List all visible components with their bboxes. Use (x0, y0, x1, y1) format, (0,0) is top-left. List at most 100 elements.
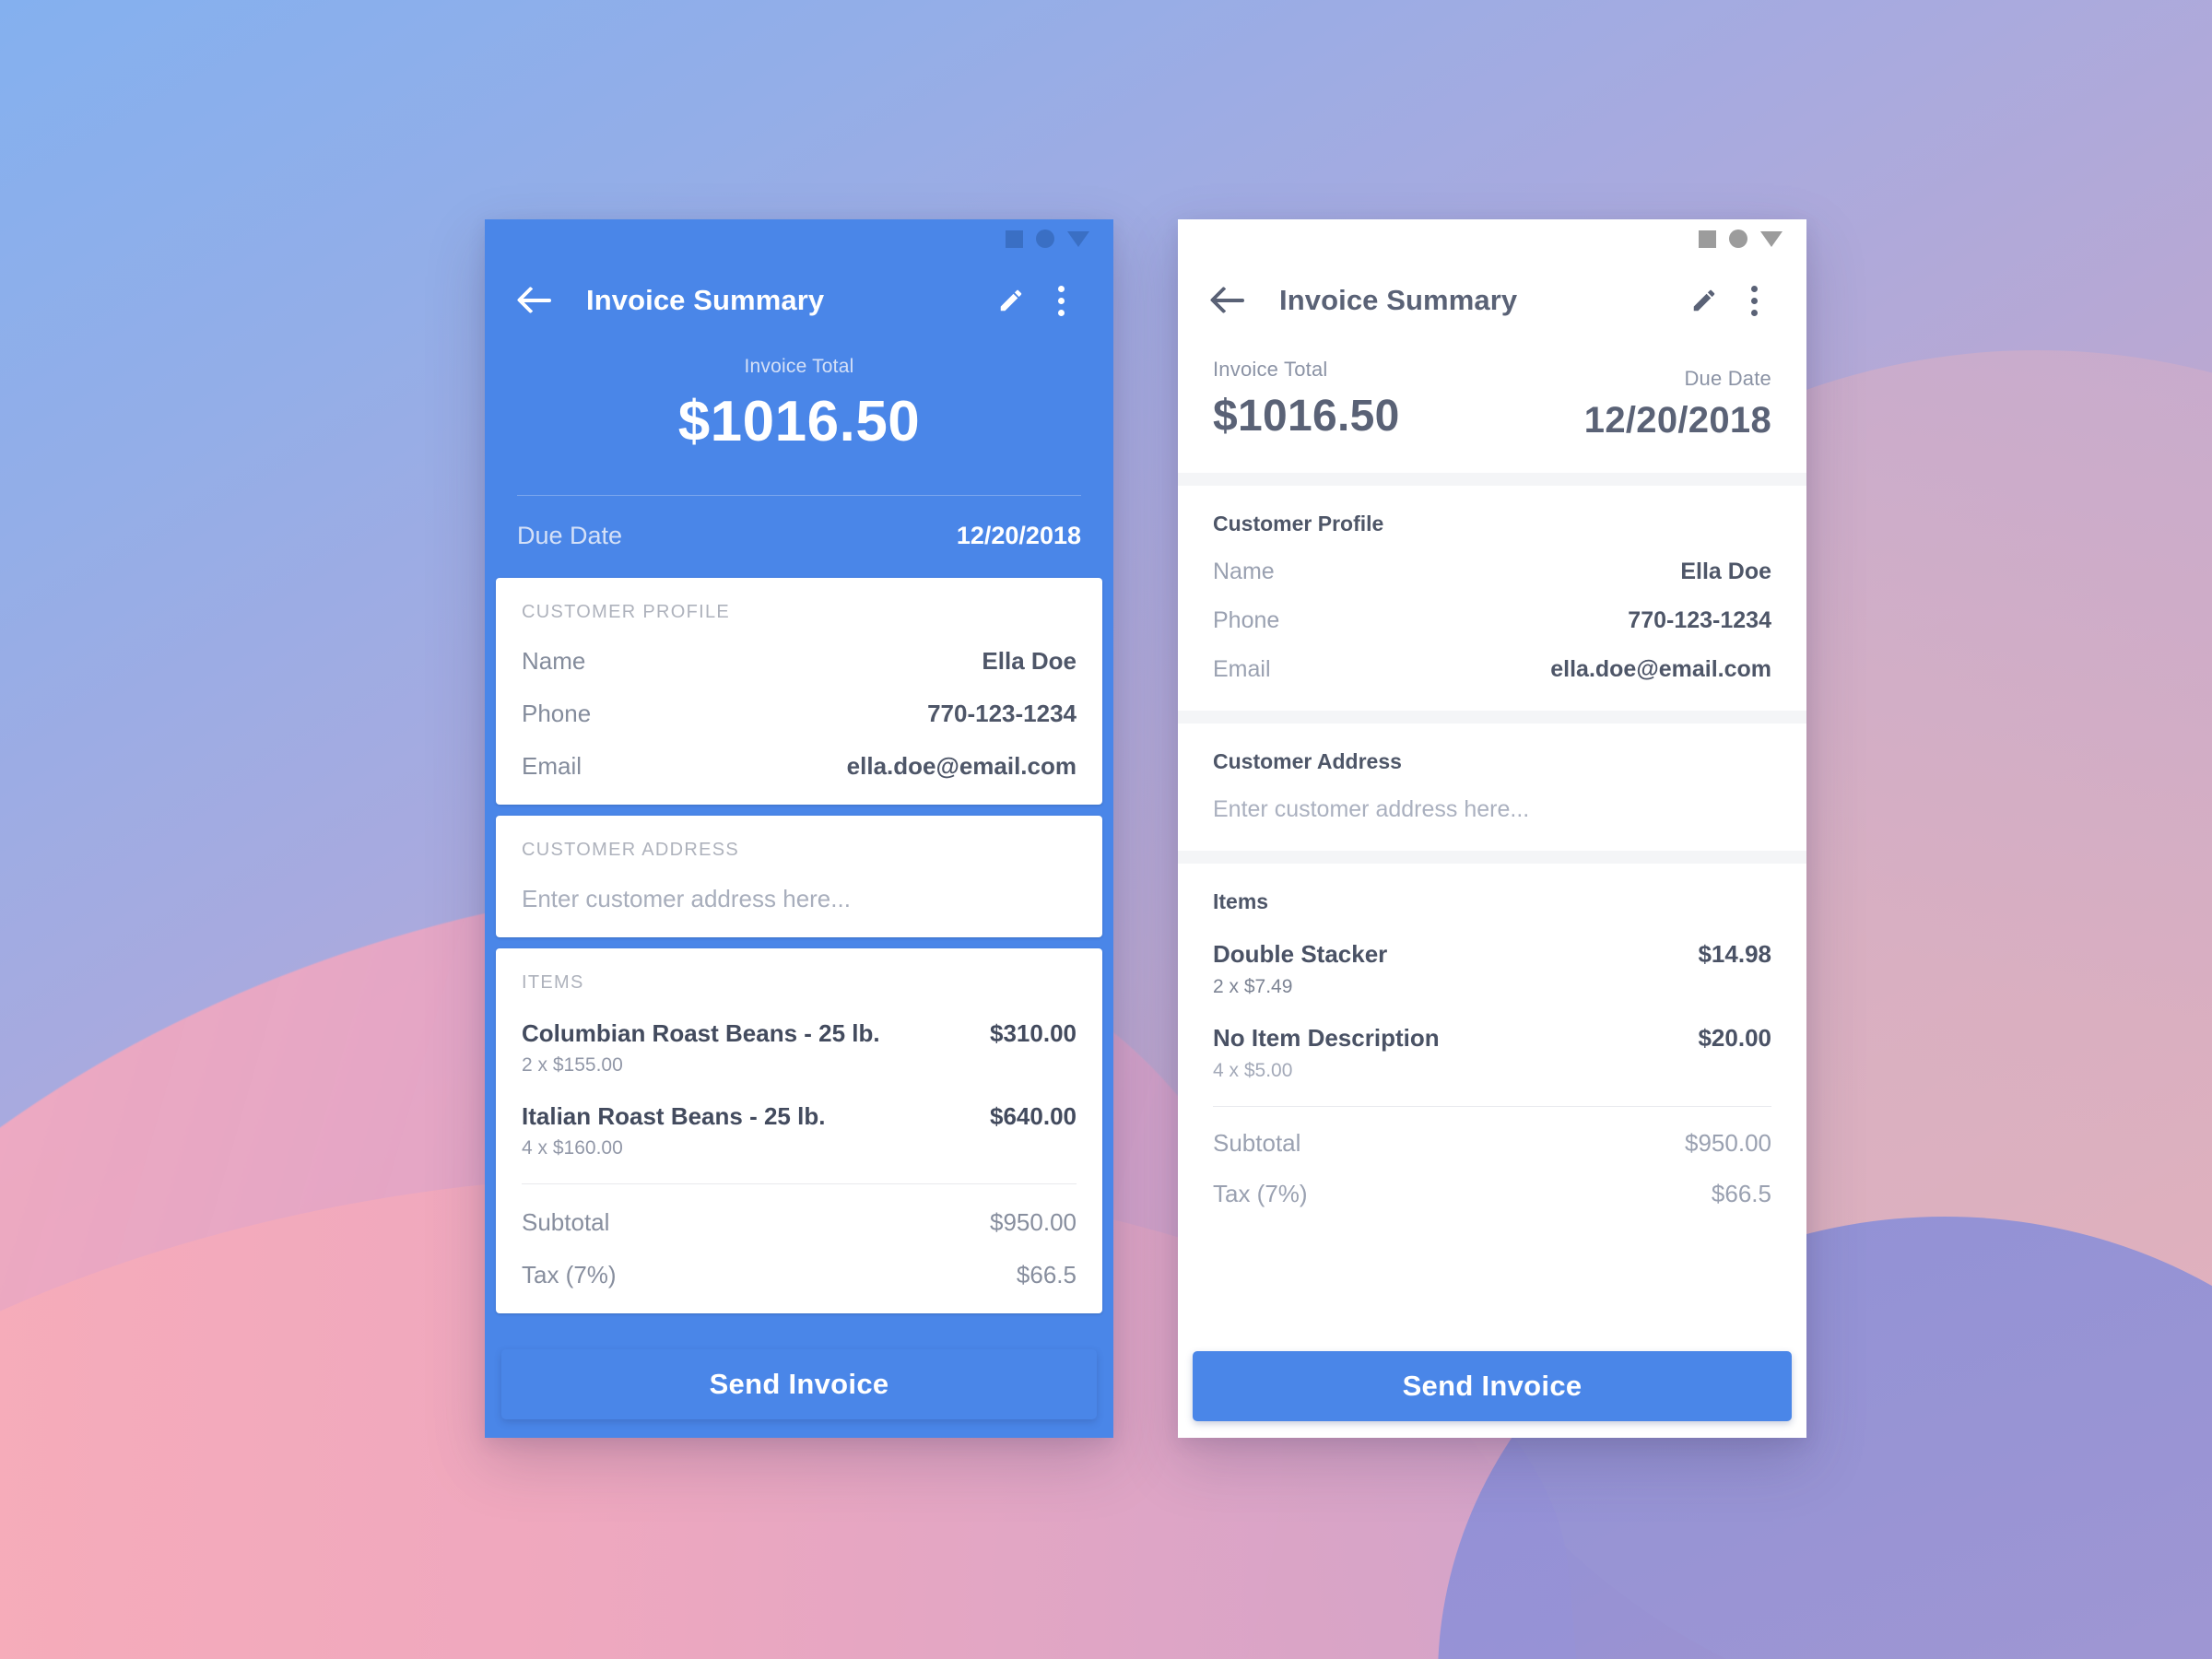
customer-address-input[interactable]: Enter customer address here... (522, 885, 1077, 913)
items-caption: ITEMS (522, 972, 584, 993)
send-invoice-bar: Send Invoice (485, 1349, 1113, 1438)
item-name: Double Stacker (1213, 940, 1388, 968)
profile-label-phone: Phone (522, 700, 592, 727)
invoice-total-value: $1016.50 (677, 390, 921, 453)
item-breakdown: 4 x $160.00 (522, 1137, 623, 1159)
profile-label-name: Name (1213, 559, 1275, 584)
triangle-down-icon (1067, 230, 1089, 247)
phone-mockup-white: Invoice Summary Invoice Total $1016.50 D… (1178, 219, 1806, 1438)
tax-row: Tax (7%) $66.5 (522, 1261, 1077, 1289)
profile-label-email: Email (1213, 656, 1271, 682)
item-amount: $310.00 (990, 1019, 1077, 1047)
due-date-label: Due Date (1684, 367, 1771, 390)
profile-value-name: Ella Doe (982, 647, 1077, 675)
customer-address-card[interactable]: CUSTOMER ADDRESS Enter customer address … (496, 816, 1102, 937)
customer-address-section[interactable]: Customer Address Enter customer address … (1178, 724, 1806, 851)
list-item[interactable]: No Item Description $20.00 4 x $5.00 (1213, 1024, 1771, 1082)
item-breakdown: 2 x $7.49 (1213, 976, 1293, 997)
customer-profile-card: CUSTOMER PROFILE Name Ella Doe Phone 770… (496, 578, 1102, 805)
page-title: Invoice Summary (586, 284, 825, 316)
item-breakdown: 4 x $5.00 (1213, 1060, 1293, 1081)
invoice-total-label: Invoice Total (744, 356, 854, 377)
tax-value: $66.5 (1016, 1261, 1077, 1288)
square-icon (1006, 229, 1023, 248)
profile-value-email: ella.doe@email.com (1550, 656, 1771, 682)
due-date-value: 12/20/2018 (956, 522, 1081, 549)
pencil-icon[interactable] (1679, 276, 1729, 325)
back-arrow-icon[interactable] (1204, 276, 1253, 325)
profile-row-phone: Phone 770-123-1234 (1213, 607, 1771, 634)
item-name: Italian Roast Beans - 25 lb. (522, 1102, 826, 1130)
invoice-hero-white: Invoice Total $1016.50 Due Date 12/20/20… (1178, 343, 1806, 473)
customer-address-heading: Customer Address (1213, 749, 1402, 773)
app-bar: Invoice Summary (485, 258, 1113, 343)
subtotal-value: $950.00 (990, 1208, 1077, 1236)
item-amount: $20.00 (1698, 1024, 1771, 1052)
square-icon (1699, 229, 1716, 248)
customer-profile-section: Customer Profile Name Ella Doe Phone 770… (1178, 486, 1806, 711)
back-arrow-icon[interactable] (511, 276, 560, 325)
status-bar (1178, 219, 1806, 258)
list-item[interactable]: Columbian Roast Beans - 25 lb. $310.00 2… (522, 1019, 1077, 1077)
kebab-menu-icon[interactable] (1729, 276, 1779, 325)
send-invoice-bar: Send Invoice (1178, 1351, 1806, 1438)
item-breakdown: 2 x $155.00 (522, 1054, 623, 1076)
items-divider (522, 1183, 1077, 1184)
subtotal-row: Subtotal $950.00 (522, 1208, 1077, 1237)
pencil-icon[interactable] (986, 276, 1036, 325)
profile-value-email: ella.doe@email.com (846, 752, 1077, 780)
tax-label: Tax (7%) (522, 1261, 617, 1288)
items-divider (1213, 1106, 1771, 1107)
list-item[interactable]: Double Stacker $14.98 2 x $7.49 (1213, 940, 1771, 998)
profile-row-email: Email ella.doe@email.com (522, 752, 1077, 781)
mockup-stage: Invoice Summary Invoice Total $1016.50 D… (0, 0, 2212, 1659)
blue-card-list: CUSTOMER PROFILE Name Ella Doe Phone 770… (485, 550, 1113, 1438)
list-item[interactable]: Italian Roast Beans - 25 lb. $640.00 4 x… (522, 1102, 1077, 1159)
profile-label-name: Name (522, 647, 586, 675)
profile-label-email: Email (522, 752, 582, 780)
tax-row: Tax (7%) $66.5 (1213, 1180, 1771, 1208)
due-date-value: 12/20/2018 (1583, 400, 1771, 441)
section-divider (1178, 473, 1806, 486)
items-heading: Items (1213, 889, 1269, 913)
invoice-hero-blue: Invoice Total $1016.50 Due Date 12/20/20… (485, 343, 1113, 550)
items-section: Items Double Stacker $14.98 2 x $7.49 No… (1178, 864, 1806, 1236)
subtotal-value: $950.00 (1685, 1129, 1771, 1157)
profile-label-phone: Phone (1213, 607, 1280, 633)
tax-label: Tax (7%) (1213, 1180, 1308, 1207)
app-bar: Invoice Summary (1178, 258, 1806, 343)
customer-address-input[interactable]: Enter customer address here... (1213, 796, 1771, 823)
subtotal-row: Subtotal $950.00 (1213, 1129, 1771, 1158)
tax-value: $66.5 (1711, 1180, 1771, 1207)
item-amount: $640.00 (990, 1102, 1077, 1130)
profile-row-email: Email ella.doe@email.com (1213, 656, 1771, 683)
subtotal-label: Subtotal (1213, 1129, 1301, 1157)
kebab-menu-icon[interactable] (1036, 276, 1086, 325)
customer-profile-caption: CUSTOMER PROFILE (522, 602, 731, 622)
item-name: Columbian Roast Beans - 25 lb. (522, 1019, 880, 1047)
profile-row-name: Name Ella Doe (522, 647, 1077, 676)
status-bar (485, 219, 1113, 258)
phone-mockup-blue: Invoice Summary Invoice Total $1016.50 D… (485, 219, 1113, 1438)
send-invoice-button[interactable]: Send Invoice (501, 1349, 1097, 1419)
items-card: ITEMS Columbian Roast Beans - 25 lb. $31… (496, 948, 1102, 1313)
profile-row-phone: Phone 770-123-1234 (522, 700, 1077, 728)
circle-icon (1729, 229, 1747, 248)
customer-address-caption: CUSTOMER ADDRESS (522, 840, 740, 860)
customer-profile-heading: Customer Profile (1213, 512, 1384, 535)
profile-value-phone: 770-123-1234 (927, 700, 1077, 727)
section-divider (1178, 711, 1806, 724)
profile-value-phone: 770-123-1234 (1628, 607, 1771, 633)
due-date-row: Due Date 12/20/2018 (514, 496, 1084, 550)
triangle-down-icon (1760, 230, 1783, 247)
section-divider (1178, 851, 1806, 864)
send-invoice-button[interactable]: Send Invoice (1193, 1351, 1792, 1421)
invoice-total-block: Invoice Total $1016.50 (1213, 358, 1400, 441)
invoice-total-label: Invoice Total (1213, 358, 1328, 381)
item-amount: $14.98 (1698, 940, 1771, 968)
page-title: Invoice Summary (1279, 284, 1518, 316)
subtotal-label: Subtotal (522, 1208, 610, 1236)
profile-row-name: Name Ella Doe (1213, 559, 1771, 585)
due-date-block: Due Date 12/20/2018 (1584, 367, 1771, 441)
item-name: No Item Description (1213, 1024, 1440, 1052)
